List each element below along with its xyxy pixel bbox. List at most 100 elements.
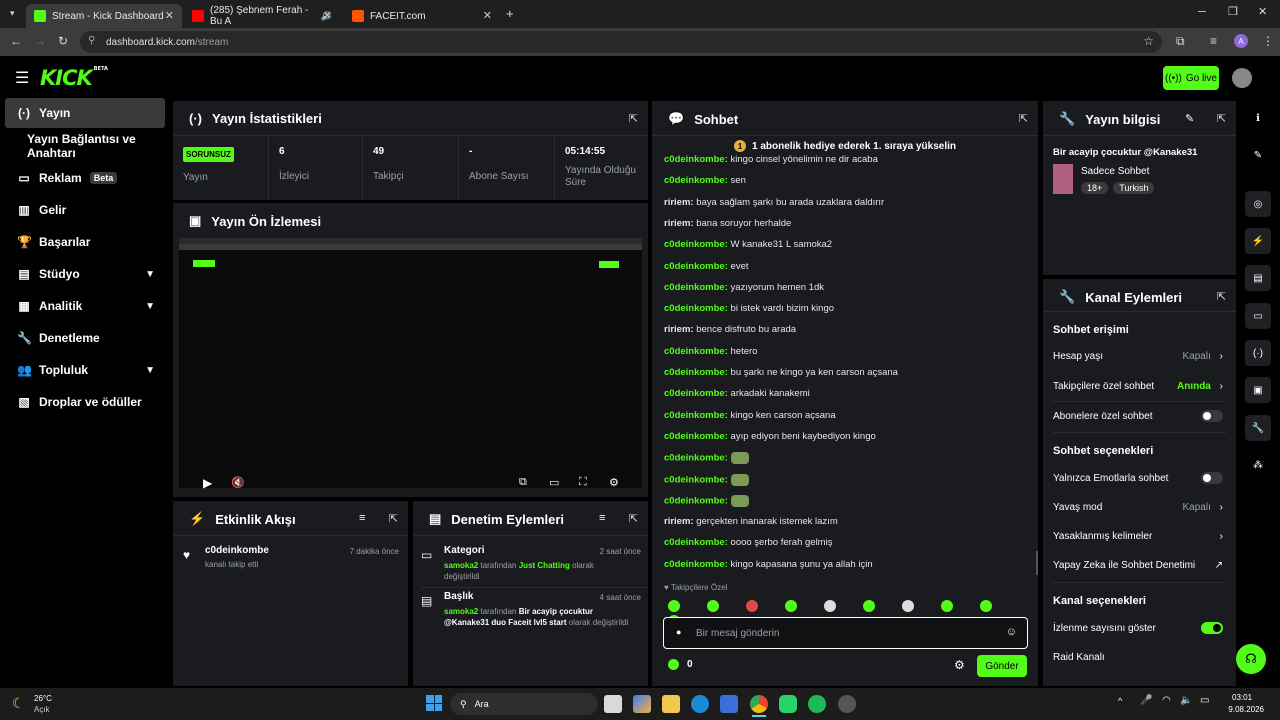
close-icon[interactable]: ✕ (165, 9, 174, 22)
sidebar-item-droplar[interactable]: ▧ Droplar ve ödüller (5, 387, 165, 417)
row-emote-only[interactable]: Yalnızca Emotlarla sohbet (1053, 472, 1223, 484)
chat-scrollbar[interactable] (1036, 551, 1038, 575)
emote-icon[interactable] (785, 600, 797, 612)
clock-date[interactable]: 9.08.2026 (1218, 705, 1264, 714)
profile-avatar[interactable]: A (1234, 34, 1248, 48)
forward-icon[interactable]: → (34, 34, 46, 48)
minimize-icon[interactable]: ─ (1198, 6, 1206, 18)
subs-only-toggle[interactable] (1201, 410, 1223, 422)
media-icon[interactable]: ≡ (1210, 34, 1217, 48)
popout-icon[interactable]: ⇱ (389, 512, 398, 525)
chat-username[interactable]: ririem (664, 197, 690, 208)
chat-settings-icon[interactable]: ⚙ (954, 658, 965, 672)
chat-input[interactable]: ● Bir mesaj gönderin ☺ (663, 617, 1028, 649)
tab-youtube[interactable]: (285) Şebnem Ferah - Bu A 🔊 ✕ (184, 4, 340, 28)
support-headset-button[interactable]: ☊ (1236, 644, 1266, 674)
info-button[interactable]: ℹ (1240, 104, 1276, 132)
sidebar-item-reklam[interactable]: ▭ Reklam Beta (5, 163, 165, 193)
chat-username[interactable]: c0deinkombe (664, 431, 725, 442)
spotify-icon[interactable] (808, 695, 826, 713)
dock-more-button[interactable]: ⁂ (1240, 451, 1276, 479)
moderation-user[interactable]: samoka2 (444, 607, 478, 616)
filter-icon[interactable]: ≡ (599, 512, 605, 524)
windows-start-icon[interactable] (426, 695, 442, 711)
mute-icon[interactable]: 🔇 (231, 476, 245, 489)
emote-icon[interactable] (824, 600, 836, 612)
popout-icon[interactable]: ⇱ (1217, 112, 1226, 125)
theater-icon[interactable]: ▭ (549, 476, 559, 489)
chat-username[interactable]: c0deinkombe (664, 175, 725, 186)
sidebar-item-basarilar[interactable]: 🏆 Başarılar (5, 227, 165, 257)
chat-username[interactable]: c0deinkombe (664, 303, 725, 314)
row-ai-moderation[interactable]: Yapay Zeka ile Sohbet Denetimi ↗ (1053, 560, 1223, 571)
emoji-icon[interactable]: ☺ (1006, 626, 1017, 638)
site-info-icon[interactable]: ⚲ (88, 35, 95, 46)
dock-stats-button[interactable]: ◎ (1240, 190, 1276, 218)
settings-gear-icon[interactable]: ⚙ (609, 476, 619, 489)
chat-username[interactable]: c0deinkombe (664, 346, 725, 357)
mic-icon[interactable]: 🎤 (1140, 695, 1152, 706)
emote-icon[interactable] (902, 600, 914, 612)
stream-preview-video[interactable]: ▶ 🔇 ⧉ ▭ ⛶ ⚙ (179, 238, 642, 496)
row-raid-channel[interactable]: Raid Kanalı (1053, 652, 1223, 663)
chat-username[interactable]: ririem (664, 324, 690, 335)
dock-info-button[interactable]: 🔧 (1240, 414, 1276, 442)
popout-icon[interactable]: ⇱ (629, 512, 638, 525)
popout-icon[interactable]: ⇱ (629, 112, 638, 125)
tab-search-icon[interactable]: ▾ (10, 8, 15, 19)
row-slow-mode[interactable]: Yavaş mod Kapalı › (1053, 502, 1223, 513)
tab-kick-dashboard[interactable]: Stream - Kick Dashboard ✕ (26, 4, 182, 28)
close-icon[interactable]: ✕ (323, 9, 332, 22)
emote-icon[interactable] (668, 600, 680, 612)
pinned-gift-banner[interactable]: 1 1 abonelik hediye ederek 1. sıraya yük… (652, 136, 1038, 156)
chat-username[interactable]: c0deinkombe (664, 367, 725, 378)
chat-username[interactable]: ririem (664, 218, 690, 229)
emote-icon[interactable] (746, 600, 758, 612)
row-show-viewcount[interactable]: İzlenme sayısını göster (1053, 622, 1223, 634)
clock-time[interactable]: 03:01 (1232, 693, 1252, 702)
chat-username[interactable]: c0deinkombe (664, 559, 725, 570)
wifi-icon[interactable]: ◠ (1162, 695, 1171, 706)
whatsapp-icon[interactable] (779, 695, 797, 713)
chrome-icon[interactable] (750, 695, 768, 713)
task-view-icon[interactable] (604, 695, 622, 713)
edit-button[interactable]: ✎ (1240, 141, 1276, 169)
chat-username[interactable]: c0deinkombe (664, 474, 725, 485)
hamburger-menu-icon[interactable]: ☰ (15, 68, 29, 88)
pip-icon[interactable]: ⧉ (519, 476, 527, 489)
sidebar-item-topluluk[interactable]: 👥 Topluluk ▼ (5, 355, 165, 385)
activity-user[interactable]: c0deinkombe (205, 545, 269, 556)
extensions-icon[interactable]: ⧉ (1176, 34, 1185, 49)
chat-username[interactable]: c0deinkombe (664, 495, 725, 506)
moderation-user[interactable]: samoka2 (444, 561, 478, 570)
tag-badge[interactable]: Turkish (1113, 182, 1155, 194)
popout-icon[interactable]: ⇱ (1019, 112, 1028, 125)
sidebar-item-analitik[interactable]: ▦ Analitik ▼ (5, 291, 165, 321)
steam-icon[interactable] (838, 695, 856, 713)
edit-pencil-icon[interactable]: ✎ (1185, 112, 1194, 125)
sidebar-item-denetleme[interactable]: 🔧 Denetleme (5, 323, 165, 353)
chat-username[interactable]: ririem (664, 516, 690, 527)
dock-moderation-button[interactable]: ▤ (1240, 264, 1276, 292)
tag-badge[interactable]: 18+ (1081, 182, 1109, 194)
new-tab-icon[interactable]: + (506, 6, 514, 21)
filter-icon[interactable]: ≡ (359, 512, 365, 524)
emote-only-toggle[interactable] (1201, 472, 1223, 484)
back-icon[interactable]: ← (10, 34, 22, 48)
chat-username[interactable]: c0deinkombe (664, 154, 725, 165)
address-bar[interactable]: ⚲ dashboard.kick.com/stream ☆ (80, 31, 1162, 53)
emote-icon[interactable] (863, 600, 875, 612)
chat-username[interactable]: c0deinkombe (664, 453, 725, 464)
chat-username[interactable]: c0deinkombe (664, 388, 725, 399)
row-account-age[interactable]: Hesap yaşı Kapalı › (1053, 351, 1223, 362)
dock-activity-button[interactable]: ⚡ (1240, 227, 1276, 255)
tab-faceit[interactable]: FACEIT.com ✕ (344, 4, 500, 28)
volume-icon[interactable]: 🔈 (1180, 695, 1192, 706)
dock-broadcast-button[interactable]: (·) (1240, 339, 1276, 367)
dock-preview-button[interactable]: ▣ (1240, 376, 1276, 404)
viewcount-toggle[interactable] (1201, 622, 1223, 634)
store-icon[interactable] (720, 695, 738, 713)
sidebar-item-gelir[interactable]: ▥ Gelir (5, 195, 165, 225)
bookmark-star-icon[interactable]: ☆ (1143, 34, 1154, 48)
sidebar-item-studyo[interactable]: ▤ Stüdyo ▼ (5, 259, 165, 289)
